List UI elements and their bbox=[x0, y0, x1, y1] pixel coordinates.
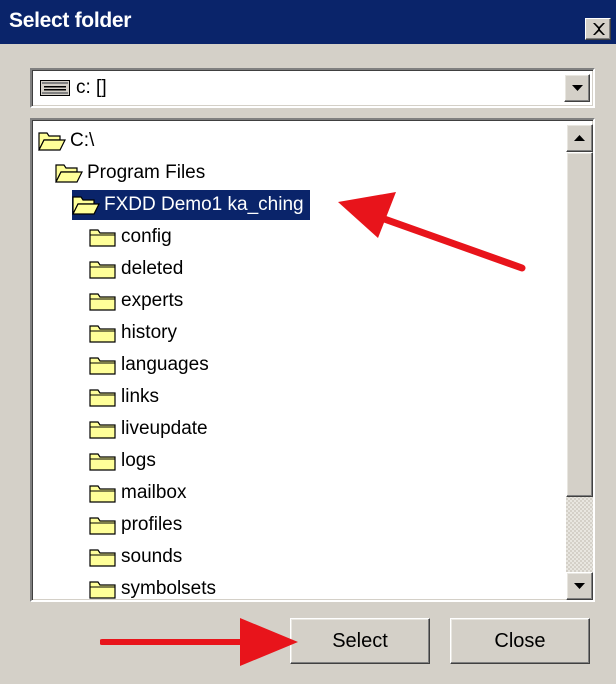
tree-item[interactable]: C:\ bbox=[38, 126, 94, 156]
tree-item-label: logs bbox=[121, 450, 156, 471]
folder-icon bbox=[89, 293, 116, 311]
annotation-arrow-icon bbox=[100, 618, 298, 666]
tree-item-label: links bbox=[121, 386, 160, 407]
drive-icon bbox=[40, 80, 70, 96]
close-icon bbox=[593, 23, 605, 35]
tree-item[interactable]: liveupdate bbox=[89, 414, 208, 444]
tree-item[interactable]: sounds bbox=[89, 542, 182, 572]
tree-item[interactable]: history bbox=[89, 318, 177, 348]
tree-item[interactable]: config bbox=[89, 222, 172, 252]
folder-icon bbox=[89, 485, 116, 503]
tree-item[interactable]: experts bbox=[89, 286, 183, 316]
folder-icon bbox=[89, 453, 116, 471]
tree-item[interactable]: Program Files bbox=[55, 158, 205, 188]
folder-icon bbox=[89, 549, 116, 567]
window-title: Select folder bbox=[9, 9, 132, 32]
tree-item[interactable]: mailbox bbox=[89, 478, 186, 508]
tree-item-label: Program Files bbox=[87, 162, 206, 183]
tree-item[interactable]: logs bbox=[89, 446, 156, 476]
tree-item-label: C:\ bbox=[70, 130, 95, 151]
open-folder-icon bbox=[55, 164, 83, 183]
drive-value: c: [] bbox=[76, 77, 107, 98]
tree-item-label: experts bbox=[121, 290, 184, 311]
tree-item-label: liveupdate bbox=[121, 418, 208, 439]
tree-item-label: languages bbox=[121, 354, 209, 375]
open-folder-icon bbox=[38, 132, 66, 151]
select-button[interactable]: Select bbox=[290, 618, 430, 664]
scroll-down-button[interactable] bbox=[566, 572, 593, 600]
tree-item[interactable]: links bbox=[89, 382, 159, 412]
window-close-button[interactable] bbox=[585, 18, 611, 40]
drive-select[interactable]: c: [] bbox=[30, 68, 595, 108]
folder-icon bbox=[89, 261, 116, 279]
scroll-thumb[interactable] bbox=[566, 152, 593, 497]
folder-icon bbox=[89, 229, 116, 247]
tree-item[interactable]: profiles bbox=[89, 510, 182, 540]
tree-item-label: profiles bbox=[121, 514, 183, 535]
tree-item-label: config bbox=[121, 226, 172, 247]
chevron-down-icon bbox=[572, 85, 583, 91]
tree-item-label: mailbox bbox=[121, 482, 187, 503]
chevron-up-icon bbox=[574, 135, 585, 141]
tree-item-label: sounds bbox=[121, 546, 183, 567]
title-bar: Select folder bbox=[0, 0, 616, 44]
scroll-up-button[interactable] bbox=[566, 124, 593, 152]
open-folder-icon bbox=[72, 196, 100, 215]
folder-icon bbox=[89, 325, 116, 343]
tree-item-selected[interactable]: FXDD Demo1 ka_ching bbox=[72, 190, 310, 220]
tree-item[interactable]: languages bbox=[89, 350, 209, 380]
folder-icon bbox=[89, 357, 116, 375]
close-button[interactable]: Close bbox=[450, 618, 590, 664]
folder-icon bbox=[89, 581, 116, 599]
tree-item-label: symbolsets bbox=[121, 578, 217, 599]
tree-item-label: deleted bbox=[121, 258, 184, 279]
chevron-down-icon bbox=[574, 583, 585, 589]
drive-dropdown-button[interactable] bbox=[564, 74, 590, 102]
folder-tree[interactable]: C:\ Program Files FXDD Demo1 ka_chingconfi… bbox=[30, 118, 595, 602]
tree-item[interactable]: deleted bbox=[89, 254, 183, 284]
tree-item-label: history bbox=[121, 322, 177, 343]
folder-icon bbox=[89, 421, 116, 439]
tree-item[interactable]: symbolsets bbox=[89, 574, 217, 600]
vertical-scrollbar[interactable] bbox=[566, 124, 593, 600]
tree-item-label: FXDD Demo1 ka_ching bbox=[104, 194, 304, 215]
folder-icon bbox=[89, 389, 116, 407]
folder-icon bbox=[89, 517, 116, 535]
